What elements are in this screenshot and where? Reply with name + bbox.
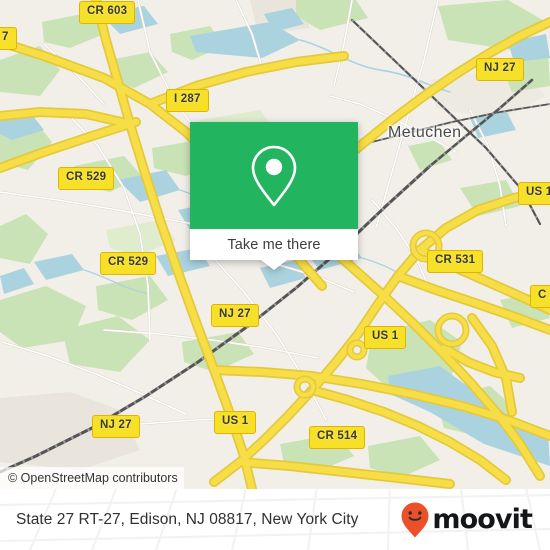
road-shield-cr514: CR 514: [309, 426, 366, 449]
map-canvas[interactable]: .w { fill:#aad3df; } .wl { stroke:#aad3d…: [0, 0, 550, 489]
popup-action-row[interactable]: Take me there: [190, 229, 358, 260]
popup-pointer-tail: [261, 260, 287, 270]
road-shield-nj27-north: NJ 27: [476, 58, 524, 81]
road-shield-cr529-lower: CR 529: [100, 252, 157, 275]
bottom-info-bar: State 27 RT-27, Edison, NJ 08817, New Yo…: [0, 489, 550, 550]
osm-attribution[interactable]: © OpenStreetMap contributors: [0, 467, 184, 489]
road-shield-nj27-south: NJ 27: [92, 415, 140, 438]
road-shield-us1-east: US 1: [518, 182, 550, 205]
map-pin-icon: [247, 143, 301, 209]
road-shield-cr531: CR 531: [427, 250, 484, 273]
road-shield-nj27-edge: 7: [0, 27, 17, 50]
road-shield-us1-mid: US 1: [364, 326, 407, 349]
road-shield-cr603: CR 603: [79, 1, 136, 24]
road-shield-i287: I 287: [166, 89, 209, 112]
osm-attribution-text: © OpenStreetMap contributors: [8, 471, 178, 485]
bottom-bar-content: State 27 RT-27, Edison, NJ 08817, New Yo…: [0, 489, 550, 550]
location-address-label: State 27 RT-27, Edison, NJ 08817, New Yo…: [16, 510, 359, 528]
moovit-wordmark: moovit: [432, 504, 533, 535]
moovit-smiley-pin-icon: [400, 501, 430, 539]
take-me-there-label: Take me there: [227, 236, 321, 253]
road-shield-us1-south: US 1: [214, 411, 257, 434]
moovit-logo[interactable]: moovit: [400, 501, 533, 539]
moovit-map-screen: .w { fill:#aad3df; } .wl { stroke:#aad3d…: [0, 0, 550, 550]
road-shield-nj27-mid: NJ 27: [211, 304, 259, 327]
road-shield-c-edge: C: [530, 285, 550, 308]
place-label-metuchen: Metuchen: [388, 124, 462, 141]
popup-header: [190, 122, 358, 229]
road-shield-cr529-upper: CR 529: [58, 167, 115, 190]
location-popup-card[interactable]: Take me there: [190, 122, 358, 270]
